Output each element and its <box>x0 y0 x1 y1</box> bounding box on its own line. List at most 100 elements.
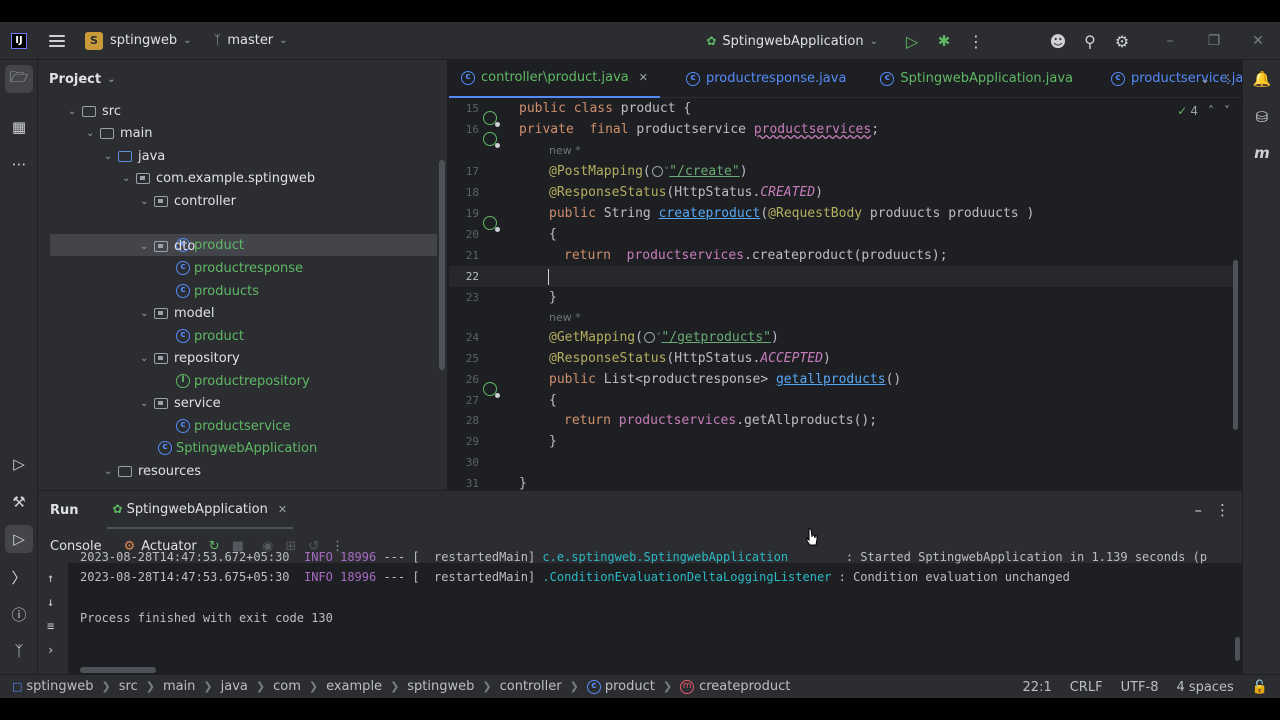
add-user-icon[interactable]: ☻ <box>1042 32 1074 51</box>
branch-selector[interactable]: master ⌄ <box>227 33 287 48</box>
tree-item-model[interactable]: ⌄ model <box>140 302 214 324</box>
console-horizontal-scrollbar[interactable] <box>80 667 156 673</box>
breadcrumb-item[interactable]: createproduct <box>699 679 790 694</box>
tree-item-productrepository[interactable]: I productrepository <box>176 370 310 392</box>
intellij-logo-icon[interactable]: IJ <box>11 32 27 49</box>
project-folder-icon[interactable]: 🗁 <box>5 65 33 93</box>
settings-gear-icon[interactable]: ⚙ <box>1106 32 1138 51</box>
database-icon[interactable]: ⛁ <box>1249 104 1275 130</box>
web-endpoint-icon[interactable] <box>651 166 663 177</box>
line-number: 23 <box>465 291 479 304</box>
cursor-position[interactable]: 22:1 <box>1023 680 1052 695</box>
tree-item-src[interactable]: ⌄ src <box>68 100 121 122</box>
close-tab-icon[interactable]: ✕ <box>639 71 648 84</box>
restore-icon[interactable]: ❐ <box>1192 33 1236 49</box>
tab-label: controller\product.java <box>481 70 629 85</box>
breadcrumb-item[interactable]: main <box>163 679 195 694</box>
arrow-down-icon[interactable]: ↓ <box>47 595 54 609</box>
tree-item-dto[interactable]: ⌄ dto <box>140 235 195 257</box>
close-tab-icon[interactable]: ✕ <box>278 503 287 516</box>
breadcrumb-item[interactable]: example <box>326 679 382 694</box>
web-endpoint-icon[interactable] <box>643 332 655 343</box>
run-icon[interactable]: ▷ <box>896 32 928 51</box>
main-menu-icon[interactable] <box>49 34 65 47</box>
git-icon[interactable]: ᛉ <box>5 637 33 665</box>
tree-item-productservice[interactable]: c productservice <box>176 415 291 437</box>
tree-item-java[interactable]: ⌄ java <box>104 145 165 167</box>
breadcrumb-item[interactable]: controller <box>500 679 562 694</box>
minimize-icon[interactable]: – <box>1148 33 1192 49</box>
tree-item-resources[interactable]: ⌄ resources <box>104 460 201 482</box>
console-output[interactable]: ↑ ↓ ≡ › 2023-08-28T14:47:53.672+05:30 IN… <box>38 550 1242 674</box>
run-tab-sptingwebapplication[interactable]: ✿ SptingwebApplication ✕ <box>106 491 294 529</box>
problems-icon[interactable]: ⓘ <box>5 600 33 628</box>
tree-item-model-product[interactable]: c product <box>176 325 244 347</box>
tree-item-controller[interactable]: ⌄ controller <box>140 190 236 212</box>
close-icon[interactable]: ✕ <box>1236 33 1280 49</box>
search-icon[interactable]: ⚲ <box>1074 32 1106 51</box>
run-tool-icon[interactable]: ▷ <box>5 525 33 553</box>
method-icon: m <box>680 679 695 694</box>
tab-list-chevron-icon[interactable]: ⌄ <box>1200 72 1210 86</box>
code-token: (HttpStatus. <box>666 185 761 200</box>
chevron-right-icon[interactable]: › <box>47 643 54 657</box>
more-vertical-icon[interactable]: ⋮ <box>1215 501 1230 519</box>
line-number: 22 <box>465 270 479 283</box>
tab-productresponse[interactable]: c productresponse.java <box>674 60 858 98</box>
soft-wrap-icon[interactable]: ≡ <box>47 619 54 633</box>
class-icon: c <box>176 419 190 433</box>
notifications-bell-icon[interactable]: 🔔 <box>1249 66 1275 92</box>
tree-item-service[interactable]: ⌄ service <box>140 392 221 414</box>
usage-hint[interactable]: new * <box>549 140 581 161</box>
tree-item-sptingwebapplication[interactable]: c SptingwebApplication <box>158 437 317 459</box>
run-panel-header: Run ✿ SptingwebApplication ✕ – ⋮ <box>38 491 1242 529</box>
chevron-down-icon: ⌄ <box>104 150 113 162</box>
code-token: ) <box>822 351 831 366</box>
lock-icon[interactable]: 🔓 <box>1252 680 1268 695</box>
minimize-panel-icon[interactable]: – <box>1195 501 1203 519</box>
inspection-widget[interactable]: ✓ 4 ˄ ˅ <box>1177 104 1230 118</box>
arrow-up-icon[interactable]: ↑ <box>47 571 54 585</box>
more-vertical-icon[interactable]: ⋮ <box>960 32 992 51</box>
tree-item-package-root[interactable]: ⌄ com.example.sptingweb <box>122 167 315 189</box>
project-scrollbar[interactable] <box>439 160 445 370</box>
usage-hint[interactable]: new * <box>549 307 581 328</box>
breadcrumb-item[interactable]: sptingweb <box>407 679 474 694</box>
chevron-up-icon[interactable]: ˄ <box>1208 104 1214 118</box>
class-icon: c <box>461 70 475 85</box>
line-separator[interactable]: CRLF <box>1070 680 1103 695</box>
breadcrumb-item[interactable]: src <box>119 679 138 694</box>
bean-gutter-icon[interactable] <box>483 131 500 148</box>
structure-icon[interactable]: ▦ <box>5 113 33 141</box>
tree-item-controller-product[interactable]: c product <box>50 234 437 256</box>
tree-item-productresponse[interactable]: c productresponse <box>176 257 303 279</box>
tree-item-repository[interactable]: ⌄ repository <box>140 347 240 369</box>
tree-item-produucts[interactable]: c produucts <box>176 280 259 302</box>
debug-icon[interactable]: ✱ <box>928 32 960 50</box>
breadcrumb-item[interactable]: com <box>273 679 301 694</box>
tree-item-main[interactable]: ⌄ main <box>86 122 152 144</box>
services-icon[interactable]: ▷ <box>5 450 33 478</box>
chevron-right-icon: ❯ <box>662 680 673 693</box>
breadcrumb-item[interactable]: product <box>605 679 655 694</box>
indent-setting[interactable]: 4 spaces <box>1176 680 1233 695</box>
editor-scrollbar[interactable] <box>1233 260 1238 430</box>
more-vertical-icon[interactable]: ⋮ <box>1222 72 1234 86</box>
more-horizontal-icon[interactable]: ⋯ <box>5 150 33 178</box>
terminal-icon[interactable]: 〉 <box>5 563 33 591</box>
console-vertical-scrollbar[interactable] <box>1235 637 1240 661</box>
breadcrumb-item[interactable]: sptingweb <box>26 679 93 694</box>
file-encoding[interactable]: UTF-8 <box>1121 680 1159 695</box>
run-config-selector[interactable]: ✿ SptingwebApplication ⌄ <box>706 34 878 49</box>
project-panel-header[interactable]: Project ⌄ <box>38 60 447 98</box>
breadcrumb-item[interactable]: java <box>221 679 248 694</box>
maven-icon[interactable]: m <box>1249 140 1275 166</box>
tree-item-label: productresponse <box>194 260 304 276</box>
tab-controller-product[interactable]: c controller\product.java ✕ <box>449 60 660 98</box>
chevron-down-icon[interactable]: ˅ <box>1224 104 1230 118</box>
build-hammer-icon[interactable]: ⚒ <box>5 488 33 516</box>
project-selector[interactable]: sptingweb ⌄ <box>110 33 192 48</box>
tab-sptingwebapplication[interactable]: c SptingwebApplication.java <box>868 60 1085 98</box>
chevron-down-icon: ⌄ <box>279 35 288 46</box>
line-number: 15 <box>465 102 479 115</box>
